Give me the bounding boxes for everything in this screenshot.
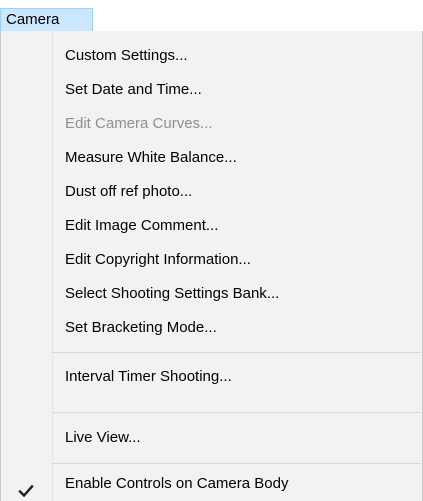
menu-item-custom-settings[interactable]: Custom Settings... — [1, 39, 422, 73]
menu-item-enable-controls-on-camera-body[interactable]: Enable Controls on Camera Body — [1, 467, 422, 501]
menu-item-label: Edit Copyright Information... — [65, 251, 251, 268]
menu-item-label: Live View... — [65, 429, 141, 446]
menu-item-label: Dust off ref photo... — [65, 183, 193, 200]
menu-separator — [53, 412, 421, 413]
menu-separator — [53, 352, 421, 353]
checkmark-icon — [18, 477, 34, 498]
menu-item-live-view[interactable]: Live View... — [1, 421, 422, 455]
menu-item-set-date-and-time[interactable]: Set Date and Time... — [1, 73, 422, 107]
menu-item-label: Set Bracketing Mode... — [65, 319, 217, 336]
menu-item-interval-timer-shooting[interactable]: Interval Timer Shooting... — [1, 360, 422, 394]
menu-item-edit-copyright-information[interactable]: Edit Copyright Information... — [1, 243, 422, 277]
menu-item-label: Custom Settings... — [65, 47, 188, 64]
menu-item-edit-camera-curves: Edit Camera Curves... — [1, 107, 422, 141]
menu-item-dust-off-ref-photo[interactable]: Dust off ref photo... — [1, 175, 422, 209]
menu-item-label: Interval Timer Shooting... — [65, 368, 232, 385]
menu-item-label: Set Date and Time... — [65, 81, 202, 98]
menubar-camera[interactable]: Camera — [0, 8, 93, 32]
menu-item-select-shooting-settings-bank[interactable]: Select Shooting Settings Bank... — [1, 277, 422, 311]
menu-item-label: Enable Controls on Camera Body — [65, 475, 289, 492]
menu-item-label: Select Shooting Settings Bank... — [65, 285, 280, 302]
menu-item-label: Edit Image Comment... — [65, 217, 219, 234]
menubar-camera-label: Camera — [6, 11, 60, 28]
menu-item-measure-white-balance[interactable]: Measure White Balance... — [1, 141, 422, 175]
app-root: Camera Custom Settings... Set Date and T… — [0, 0, 423, 501]
menu-item-edit-image-comment[interactable]: Edit Image Comment... — [1, 209, 422, 243]
menu-item-label: Measure White Balance... — [65, 149, 237, 166]
camera-menu: Custom Settings... Set Date and Time... … — [0, 31, 423, 501]
menu-separator — [53, 463, 421, 464]
menu-item-label: Edit Camera Curves... — [65, 115, 213, 132]
menu-item-set-bracketing-mode[interactable]: Set Bracketing Mode... — [1, 311, 422, 345]
